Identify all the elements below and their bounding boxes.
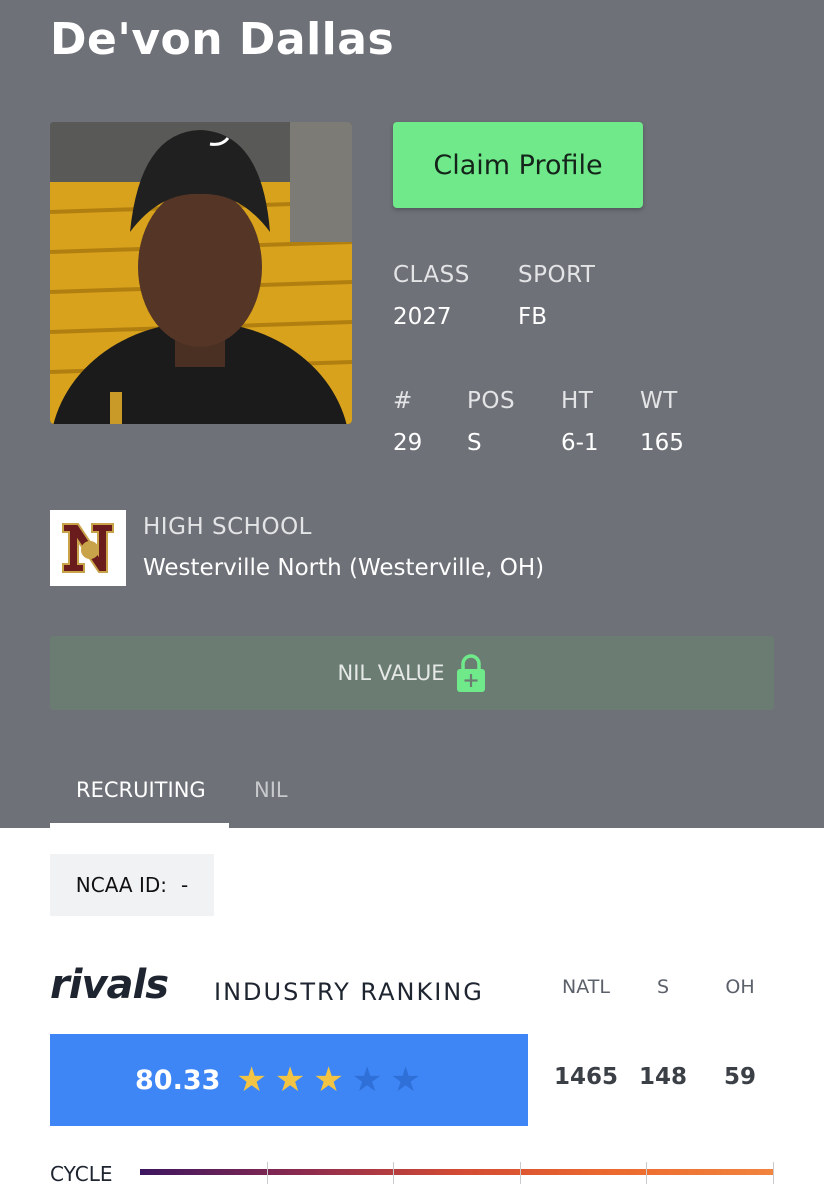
weight-value: 165 (640, 430, 684, 456)
jersey-number-value: 29 (393, 430, 423, 456)
rating-score: 80.33 (135, 1064, 221, 1096)
cycle-tick (773, 1162, 774, 1184)
position-label: POS (467, 388, 516, 414)
cycle-label: CYCLE (50, 1162, 113, 1186)
claim-profile-button[interactable]: Claim Profile (393, 122, 643, 208)
school-logo[interactable] (50, 510, 126, 586)
state-rank-header: S (656, 976, 670, 998)
class-value: 2027 (393, 304, 452, 330)
cycle-tick (267, 1162, 268, 1184)
cycle-timeline (140, 1169, 774, 1175)
cycle-tick (520, 1162, 521, 1184)
height-label: HT (561, 388, 594, 414)
position-value: S (467, 430, 482, 456)
cycle-tick (646, 1162, 647, 1184)
nil-value-label: NIL VALUE (337, 661, 445, 685)
star-empty-icon: ★ (390, 1061, 421, 1099)
natl-rank-header: NATL (562, 976, 610, 998)
state-rank-value: 148 (638, 1064, 687, 1090)
weight-label: WT (640, 388, 678, 414)
ncaa-id-badge: NCAA ID: - (50, 854, 214, 916)
star-filled-icon: ★ (274, 1061, 306, 1099)
oh-rank-value: 59 (723, 1064, 756, 1090)
oh-rank-header: OH (725, 976, 755, 998)
industry-ranking-title: INDUSTRY RANKING (214, 978, 484, 1006)
ncaa-id-value: - (181, 873, 189, 897)
star-empty-icon: ★ (351, 1061, 383, 1099)
active-tab-indicator (50, 823, 229, 828)
player-name: De'von Dallas (50, 14, 395, 65)
natl-rank-value: 1465 (553, 1064, 618, 1090)
tab-recruiting[interactable]: RECRUITING (76, 778, 206, 802)
sport-label: SPORT (518, 262, 596, 288)
height-value: 6-1 (561, 430, 599, 456)
rating-bar: 80.33 ★ ★ ★ ★ ★ (50, 1034, 528, 1126)
rivals-logo: rivals (50, 962, 169, 1008)
ncaa-id-label: NCAA ID: (75, 873, 168, 897)
star-filled-icon: ★ (313, 1061, 344, 1099)
tab-nil[interactable]: NIL (254, 778, 288, 802)
high-school-name[interactable]: Westerville North (Westerville, OH) (143, 555, 544, 581)
high-school-label: HIGH SCHOOL (143, 514, 312, 540)
player-photo (50, 122, 352, 424)
nil-value-button[interactable]: NIL VALUE (50, 636, 774, 710)
class-label: CLASS (393, 262, 470, 288)
star-rating: ★ ★ ★ ★ ★ (236, 1063, 428, 1097)
lock-icon (457, 654, 486, 692)
profile-header: De'von Dallas Claim Profile CLASS SPORT … (0, 0, 824, 828)
cycle-tick (393, 1162, 394, 1184)
sport-value: FB (518, 304, 548, 330)
jersey-number-label: # (393, 388, 413, 414)
star-filled-icon: ★ (236, 1061, 267, 1099)
